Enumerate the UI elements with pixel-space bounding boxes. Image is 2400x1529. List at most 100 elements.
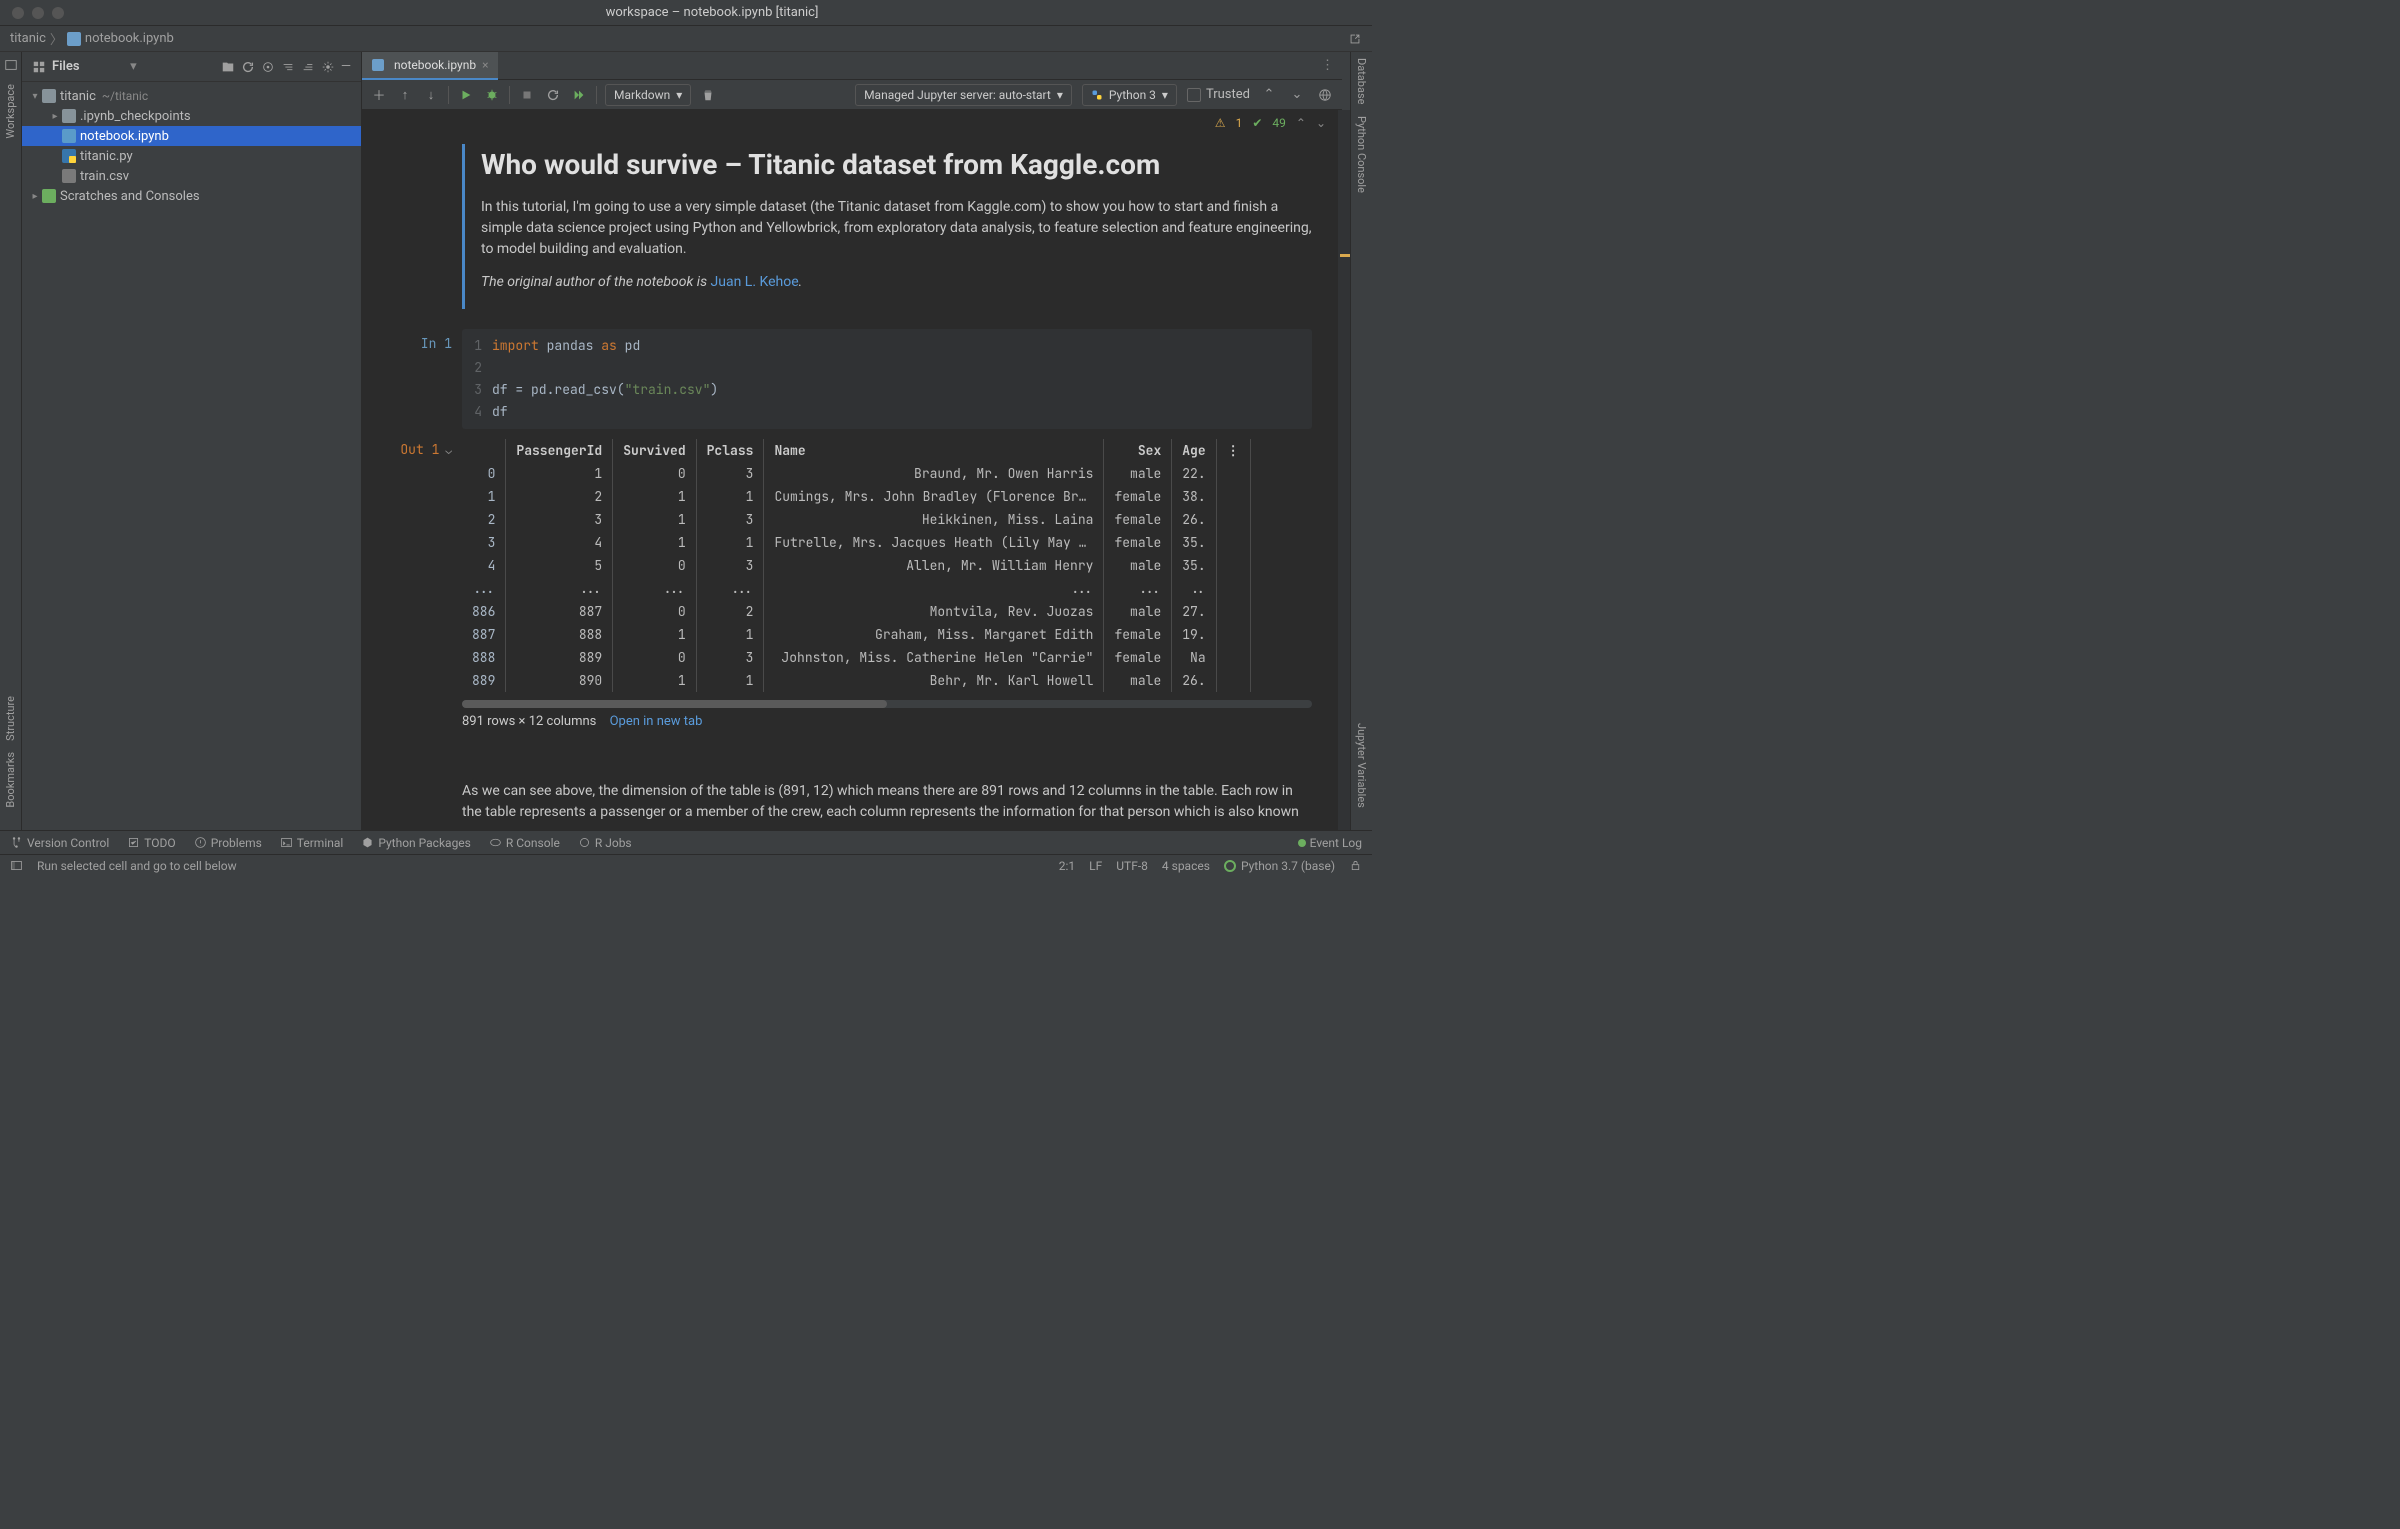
table-header[interactable] (462, 439, 506, 462)
horizontal-scrollbar[interactable] (462, 700, 1312, 708)
warning-marker[interactable] (1340, 254, 1350, 257)
markdown-cell[interactable]: As we can see above, the dimension of th… (462, 777, 1312, 830)
restart-icon[interactable] (544, 86, 562, 104)
chevron-up-icon[interactable]: ⌃ (1260, 86, 1278, 104)
interpreter-status[interactable]: Python 3.7 (base) (1224, 859, 1335, 873)
table-header[interactable]: Pclass (696, 439, 764, 462)
run-cell-icon[interactable] (457, 86, 475, 104)
table-row[interactable]: 3411Futrelle, Mrs. Jacques Heath (Lily M… (462, 531, 1250, 554)
breadcrumb-file[interactable]: notebook.ipynb (85, 31, 174, 46)
checkbox-icon[interactable] (1187, 88, 1201, 102)
table-row[interactable]: .................... (462, 577, 1250, 600)
minimize-window-icon[interactable] (32, 7, 44, 19)
delete-cell-icon[interactable] (699, 86, 717, 104)
table-header[interactable]: Age (1172, 439, 1216, 462)
server-select[interactable]: Managed Jupyter server: auto-start ▾ (855, 84, 1072, 106)
open-in-tool-icon[interactable] (1348, 32, 1362, 46)
chevron-right-icon[interactable]: ▸ (28, 191, 42, 202)
author-link[interactable]: Juan L. Kehoe (711, 274, 799, 290)
breadcrumb-project[interactable]: titanic (10, 31, 46, 46)
table-row[interactable]: 1211Cumings, Mrs. John Bradley (Florence… (462, 485, 1250, 508)
tab-version-control[interactable]: Version Control (10, 836, 109, 850)
tab-problems[interactable]: Problems (194, 836, 262, 850)
caret-position[interactable]: 2:1 (1059, 859, 1075, 873)
tab-terminal[interactable]: Terminal (280, 836, 344, 850)
table-header[interactable]: Survived (613, 439, 696, 462)
open-new-tab-link[interactable]: Open in new tab (610, 714, 703, 729)
tab-python-packages[interactable]: Python Packages (361, 836, 471, 850)
markdown-cell[interactable]: Who would survive – Titanic dataset from… (462, 144, 1312, 309)
add-cell-icon[interactable]: ＋ (370, 86, 388, 104)
table-row[interactable]: 88888903Johnston, Miss. Catherine Helen … (462, 646, 1250, 669)
table-row[interactable]: 0103Braund, Mr. Owen Harrismale22. (462, 462, 1250, 485)
run-all-icon[interactable] (570, 86, 588, 104)
files-view-icon[interactable] (32, 60, 46, 74)
table-menu-icon[interactable]: ⋮ (1216, 439, 1250, 462)
chevron-down-icon[interactable]: ⌄ (1316, 116, 1326, 130)
cell-type-select[interactable]: Markdown ▾ (605, 84, 691, 106)
lock-icon[interactable] (1349, 859, 1362, 872)
table-row[interactable]: 88688702Montvila, Rev. Juozasmale27. (462, 600, 1250, 623)
tree-folder-checkpoints[interactable]: ▸ .ipynb_checkpoints (22, 106, 361, 126)
rail-structure[interactable]: Structure (4, 696, 17, 741)
line-separator[interactable]: LF (1089, 859, 1102, 873)
minimize-sidebar-icon[interactable]: — (341, 59, 351, 74)
tab-r-jobs[interactable]: R Jobs (578, 836, 632, 850)
rail-workspace[interactable]: Workspace (4, 84, 17, 139)
table-row[interactable]: 2313Heikkinen, Miss. Lainafemale26. (462, 508, 1250, 531)
rail-bookmarks[interactable]: Bookmarks (4, 752, 17, 808)
gear-icon[interactable] (321, 60, 335, 74)
trusted-toggle[interactable]: Trusted (1187, 87, 1250, 102)
table-row[interactable]: 4503Allen, Mr. William Henrymale35. (462, 554, 1250, 577)
table-header[interactable]: PassengerId (506, 439, 613, 462)
stop-icon[interactable] (518, 86, 536, 104)
chevron-down-icon[interactable]: ▾ (130, 59, 137, 74)
globe-icon[interactable] (1316, 86, 1334, 104)
code-cell[interactable]: In 1 1import pandas as pd23df = pd.read_… (392, 329, 1312, 429)
rail-jupyter-variables[interactable]: Jupyter Variables (1355, 723, 1368, 808)
tab-notebook[interactable]: notebook.ipynb × (362, 52, 498, 80)
table-row[interactable]: 88989011Behr, Mr. Karl Howellmale26. (462, 669, 1250, 692)
scrollbar-thumb[interactable] (462, 700, 887, 708)
expand-icon[interactable] (281, 60, 295, 74)
tree-root[interactable]: ▾ titanic ~/titanic (22, 86, 361, 106)
check-icon[interactable]: ✔ (1252, 116, 1262, 130)
new-folder-icon[interactable] (221, 60, 235, 74)
move-down-icon[interactable]: ↓ (422, 86, 440, 104)
tool-window-icon[interactable] (10, 859, 23, 872)
chevron-up-icon[interactable]: ⌃ (1296, 116, 1306, 130)
close-tab-icon[interactable]: × (482, 58, 488, 72)
warning-icon[interactable]: ⚠ (1215, 116, 1226, 130)
close-window-icon[interactable] (12, 7, 24, 19)
code-editor[interactable]: 1import pandas as pd23df = pd.read_csv("… (462, 329, 1312, 429)
tree-scratches[interactable]: ▸ Scratches and Consoles (22, 186, 361, 206)
tree-file-train-csv[interactable]: train.csv (22, 166, 361, 186)
table-header[interactable]: Name (764, 439, 1104, 462)
table-row[interactable]: 88788811Graham, Miss. Margaret Edithfema… (462, 623, 1250, 646)
tab-r-console[interactable]: R Console (489, 836, 560, 850)
error-stripe[interactable] (1338, 110, 1350, 830)
zoom-window-icon[interactable] (52, 7, 64, 19)
rail-python-console[interactable]: Python Console (1355, 116, 1368, 193)
tab-todo[interactable]: TODO (127, 836, 175, 850)
collapse-output-icon[interactable]: ⌄ (445, 444, 452, 458)
table-header[interactable]: Sex (1104, 439, 1172, 462)
dataframe-table[interactable]: PassengerIdSurvivedPclassNameSexAge⋮0103… (462, 439, 1312, 692)
move-up-icon[interactable]: ↑ (396, 86, 414, 104)
tree-file-titanic-py[interactable]: titanic.py (22, 146, 361, 166)
rail-database[interactable]: Database (1355, 58, 1368, 104)
interpreter-select[interactable]: Python 3 ▾ (1082, 84, 1177, 106)
chevron-down-icon[interactable]: ⌄ (1288, 86, 1306, 104)
chevron-down-icon[interactable]: ▾ (28, 91, 42, 102)
debug-cell-icon[interactable] (483, 86, 501, 104)
tree-file-notebook[interactable]: notebook.ipynb (22, 126, 361, 146)
target-icon[interactable] (261, 60, 275, 74)
notebook-body[interactable]: ⚠1 ✔49 ⌃ ⌄ Who would survive – Titanic d… (362, 110, 1342, 830)
collapse-icon[interactable] (301, 60, 315, 74)
tabs-menu-icon[interactable]: ⋮ (1321, 58, 1342, 73)
file-encoding[interactable]: UTF-8 (1116, 859, 1148, 873)
project-icon[interactable] (4, 58, 18, 72)
chevron-right-icon[interactable]: ▸ (48, 111, 62, 122)
indent-setting[interactable]: 4 spaces (1162, 859, 1210, 873)
refresh-icon[interactable] (241, 60, 255, 74)
